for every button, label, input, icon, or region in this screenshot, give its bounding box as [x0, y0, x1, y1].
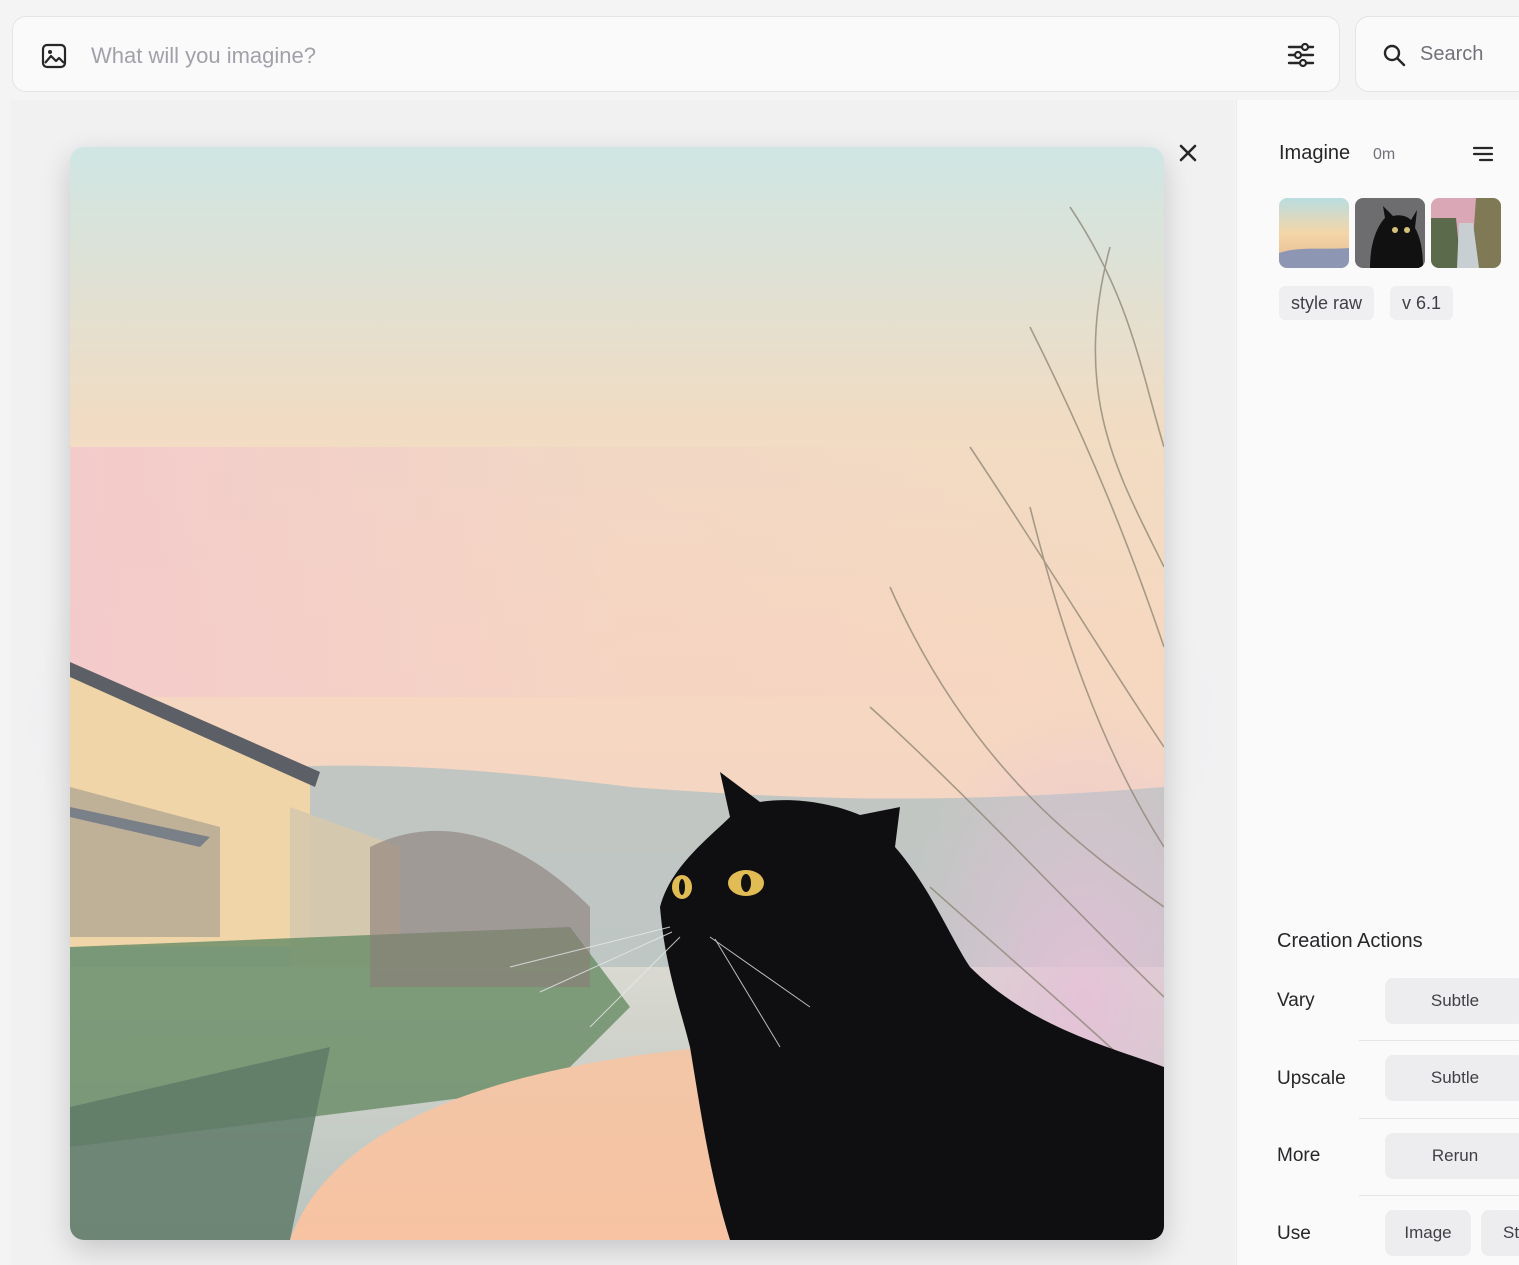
sliders-icon[interactable] — [1285, 39, 1317, 71]
black-cat-image — [70, 147, 1164, 1240]
more-label: More — [1277, 1145, 1321, 1166]
search-icon — [1383, 44, 1406, 67]
image-icon[interactable] — [41, 43, 67, 69]
prompt-input[interactable] — [89, 37, 1273, 75]
upscale-label: Upscale — [1277, 1068, 1346, 1089]
cat-thumbnail-image — [1355, 198, 1425, 268]
job-sidebar: Imagine 0m style raw v 6.1 Creation Acti… — [1236, 100, 1519, 1265]
vary-label: Vary — [1277, 990, 1315, 1011]
vary-subtle-button[interactable]: Subtle — [1385, 978, 1519, 1024]
divider — [1359, 1040, 1519, 1041]
divider — [1359, 1118, 1519, 1119]
reference-thumbnail[interactable] — [1355, 198, 1425, 268]
menu-icon[interactable] — [1471, 142, 1495, 166]
search-label: Search — [1420, 43, 1484, 65]
reference-thumbnail[interactable] — [1279, 198, 1349, 268]
use-label: Use — [1277, 1223, 1311, 1244]
creation-actions-title: Creation Actions — [1277, 930, 1423, 952]
generated-image[interactable] — [70, 147, 1164, 1240]
divider — [1359, 1195, 1519, 1196]
reference-thumbnail[interactable] — [1431, 198, 1501, 268]
upscale-subtle-button[interactable]: Subtle — [1385, 1055, 1519, 1101]
job-time: 0m — [1373, 146, 1396, 163]
job-title: Imagine — [1279, 142, 1351, 164]
version-tag[interactable]: v 6.1 — [1390, 286, 1454, 320]
sky-thumbnail-image — [1279, 198, 1349, 268]
river-thumbnail-image — [1431, 198, 1501, 268]
use-image-button[interactable]: Image — [1385, 1210, 1471, 1256]
close-icon[interactable] — [1168, 138, 1208, 168]
app-window: Search — [0, 0, 1519, 1265]
prompt-bar — [12, 16, 1340, 92]
rerun-button[interactable]: Rerun — [1385, 1133, 1519, 1179]
style-raw-tag[interactable]: style raw — [1279, 286, 1375, 320]
use-style-button[interactable]: St — [1481, 1210, 1519, 1256]
search-box[interactable]: Search — [1355, 16, 1519, 92]
